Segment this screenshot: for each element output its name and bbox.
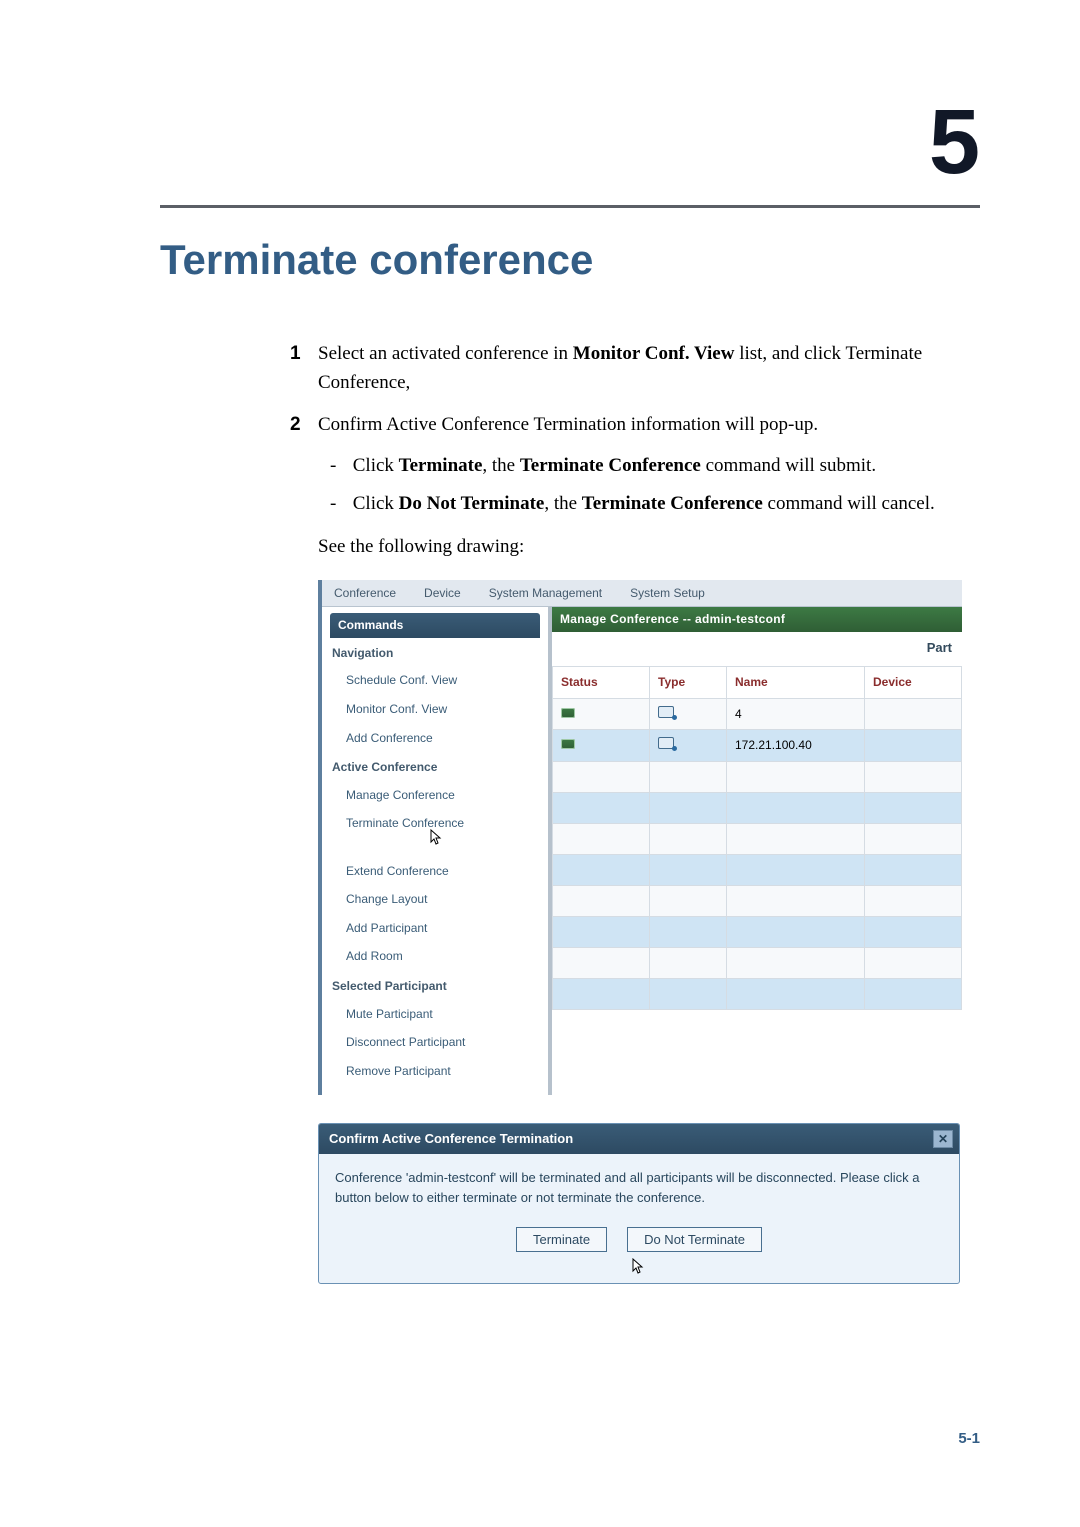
do-not-terminate-button[interactable]: Do Not Terminate (627, 1227, 762, 1252)
dialog-body: Conference 'admin-testconf' will be term… (319, 1154, 959, 1227)
table-row (553, 854, 962, 885)
page: 5 Terminate conference 1 Select an activ… (0, 0, 1080, 1527)
nav-monitor-view[interactable]: Monitor Conf. View (330, 695, 540, 724)
table-row (553, 761, 962, 792)
text: , the (544, 493, 581, 514)
step-2: 2 Confirm Active Conference Termination … (290, 410, 970, 439)
menu-device[interactable]: Device (424, 584, 461, 603)
cell-type (650, 730, 727, 762)
step-number: 2 (290, 410, 318, 439)
sub-b: - Click Do Not Terminate, the Terminate … (330, 489, 970, 518)
menu-system-management[interactable]: System Management (489, 584, 602, 603)
col-status: Status (553, 666, 650, 698)
see-label: See the following drawing: (318, 532, 970, 561)
cmd-manage-conference[interactable]: Manage Conference (330, 781, 540, 810)
cmd-add-participant[interactable]: Add Participant (330, 914, 540, 943)
page-title: Terminate conference (160, 236, 980, 284)
navigation-header: Navigation (330, 638, 540, 667)
step-1: 1 Select an activated conference in Moni… (290, 339, 970, 398)
cmd-change-layout[interactable]: Change Layout (330, 885, 540, 914)
divider (160, 205, 980, 208)
cursor-icon (430, 835, 442, 851)
dash: - (330, 451, 348, 480)
terminate-button[interactable]: Terminate (516, 1227, 607, 1252)
cmd-extend-conference[interactable]: Extend Conference (330, 857, 540, 886)
close-icon[interactable]: ✕ (933, 1130, 953, 1148)
cmd-add-room[interactable]: Add Room (330, 942, 540, 971)
cursor-icon (319, 1258, 959, 1282)
cell-status (553, 730, 650, 762)
cmd-remove-participant[interactable]: Remove Participant (330, 1057, 540, 1086)
cmd-mute-participant[interactable]: Mute Participant (330, 1000, 540, 1029)
part-label: Part (552, 632, 962, 666)
table-header-row: Status Type Name Device (553, 666, 962, 698)
main-split: Commands Navigation Schedule Conf. View … (322, 606, 962, 1095)
bold-text: Do Not Terminate (399, 493, 545, 514)
cell-name: 172.21.100.40 (727, 730, 865, 762)
step-text: Select an activated conference in Monito… (318, 339, 970, 398)
status-connected-icon (561, 739, 575, 749)
bold-text: Terminate Conference (582, 493, 763, 514)
menubar: Conference Device System Management Syst… (322, 580, 962, 607)
app-frame: Conference Device System Management Syst… (318, 580, 962, 1096)
table-row (553, 885, 962, 916)
nav-schedule-view[interactable]: Schedule Conf. View (330, 666, 540, 695)
table-row (553, 947, 962, 978)
nav-add-conference[interactable]: Add Conference (330, 724, 540, 753)
dialog-header: Confirm Active Conference Termination ✕ (319, 1124, 959, 1154)
cmd-disconnect-participant[interactable]: Disconnect Participant (330, 1028, 540, 1057)
active-conf-header: Active Conference (330, 752, 540, 781)
step-text: Confirm Active Conference Termination in… (318, 410, 970, 439)
confirm-dialog: Confirm Active Conference Termination ✕ … (318, 1123, 960, 1283)
sub-a: - Click Terminate, the Terminate Confere… (330, 451, 970, 480)
col-device: Device (865, 666, 962, 698)
text: command will submit. (701, 455, 876, 476)
table-row (553, 823, 962, 854)
cell-name: 4 (727, 698, 865, 730)
cell-device (865, 698, 962, 730)
step-number: 1 (290, 339, 318, 368)
dash: - (330, 489, 348, 518)
text: command will cancel. (763, 493, 935, 514)
dialog-title: Confirm Active Conference Termination (329, 1129, 573, 1149)
participants-table: Status Type Name Device 4 (552, 666, 962, 1010)
page-number: 5-1 (958, 1430, 980, 1447)
cell-status (553, 698, 650, 730)
table-row[interactable]: 4 (553, 698, 962, 730)
commands-header: Commands (330, 613, 540, 638)
text: , the (482, 455, 519, 476)
text: Click (353, 455, 399, 476)
bold-text: Terminate (399, 455, 483, 476)
content-header: Manage Conference -- admin-testconf (552, 607, 962, 632)
table-row (553, 978, 962, 1009)
cell-device (865, 730, 962, 762)
text: Click (353, 493, 399, 514)
status-connected-icon (561, 708, 575, 718)
table-row (553, 916, 962, 947)
col-type: Type (650, 666, 727, 698)
type-endpoint-icon (658, 737, 674, 749)
cell-type (650, 698, 727, 730)
body: 1 Select an activated conference in Moni… (290, 339, 970, 1284)
screenshot-app: Conference Device System Management Syst… (318, 580, 958, 1284)
sidebar: Commands Navigation Schedule Conf. View … (322, 607, 552, 1095)
bold-text: Terminate Conference (520, 455, 701, 476)
text: Select an activated conference in (318, 343, 573, 364)
menu-conference[interactable]: Conference (334, 584, 396, 603)
type-endpoint-icon (658, 706, 674, 718)
bold-text: Monitor Conf. View (573, 343, 735, 364)
menu-system-setup[interactable]: System Setup (630, 584, 705, 603)
table-row (553, 792, 962, 823)
col-name: Name (727, 666, 865, 698)
selected-participant-header: Selected Participant (330, 971, 540, 1000)
chapter-number: 5 (160, 90, 980, 195)
table-row[interactable]: 172.21.100.40 (553, 730, 962, 762)
content-pane: Manage Conference -- admin-testconf Part… (552, 607, 962, 1095)
